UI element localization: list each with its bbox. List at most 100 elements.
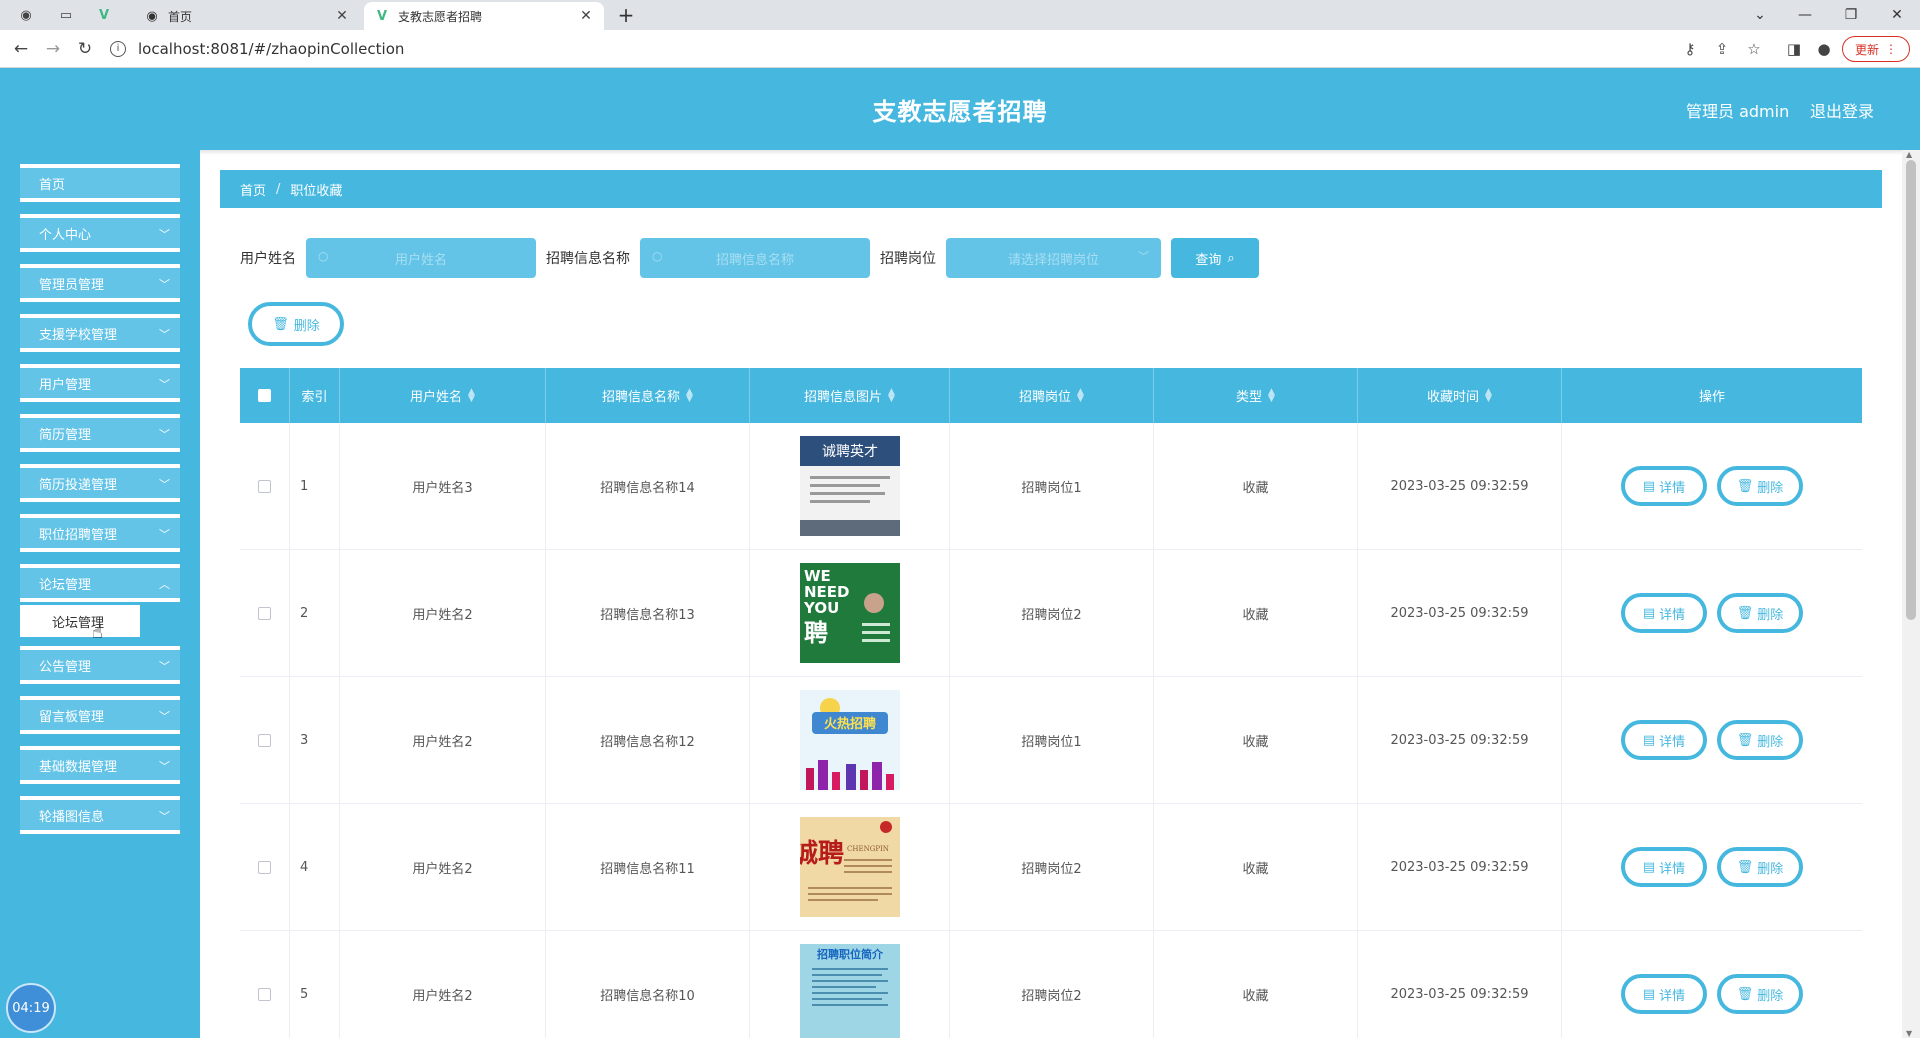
sort-icon[interactable]: ▲ ▼ <box>686 387 693 403</box>
sort-icon[interactable]: ▲ ▼ <box>1077 387 1084 403</box>
sidebar-item-message[interactable]: 留言板管理 ﹀ <box>20 696 180 734</box>
scroll-down-icon[interactable]: ▼ <box>1906 1029 1912 1038</box>
sidebar-item-label: 职位招聘管理 <box>39 527 118 543</box>
row-checkbox[interactable] <box>258 606 271 620</box>
chevron-down-icon: ﹀ <box>159 660 170 673</box>
scrollbar-thumb[interactable] <box>1906 160 1916 620</box>
user-name-input[interactable]: ○ 用户姓名 <box>306 238 536 278</box>
sidebar-item-basedata[interactable]: 基础数据管理 ﹀ <box>20 746 180 784</box>
row-user-name: 用户姓名3 <box>340 423 546 549</box>
position-select[interactable]: 请选择招聘岗位 ﹀ <box>946 238 1161 278</box>
select-all-checkbox[interactable] <box>258 389 271 402</box>
logout-link[interactable]: 退出登录 <box>1810 98 1874 122</box>
breadcrumb-home[interactable]: 首页 <box>240 180 266 199</box>
sort-icon[interactable]: ▲ ▼ <box>1268 387 1275 403</box>
reload-button[interactable]: ↻ <box>74 38 96 60</box>
trash-icon: 🗑 <box>1736 732 1754 748</box>
delete-button[interactable]: 🗑 删除 <box>1717 974 1803 1014</box>
header-position[interactable]: 招聘岗位 ▲ ▼ <box>950 368 1154 423</box>
detail-button[interactable]: ▤ 详情 <box>1621 720 1707 760</box>
chevron-down-icon: ﹀ <box>159 278 170 291</box>
trash-icon: 🗑 <box>1736 605 1754 621</box>
trash-icon: 🗑 <box>1736 986 1754 1002</box>
sidebar-item-admin[interactable]: 管理员管理 ﹀ <box>20 264 180 302</box>
delete-button[interactable]: 🗑 删除 <box>1717 593 1803 633</box>
chevron-down-icon: ﹀ <box>159 810 170 823</box>
header-type[interactable]: 类型 ▲ ▼ <box>1154 368 1358 423</box>
close-icon[interactable]: ✕ <box>578 8 594 24</box>
sort-icon[interactable]: ▲ ▼ <box>888 387 895 403</box>
row-checkbox[interactable] <box>258 987 271 1001</box>
row-user-name: 用户姓名2 <box>340 550 546 676</box>
delete-button[interactable]: 🗑 删除 <box>1717 720 1803 760</box>
back-button[interactable]: ← <box>10 38 32 60</box>
delete-button[interactable]: 🗑 删除 <box>1717 466 1803 506</box>
header-index: 索引 <box>290 368 340 423</box>
submenu-item-forum[interactable]: 论坛管理 <box>20 605 140 637</box>
chevron-down-icon: ﹀ <box>159 528 170 541</box>
chevron-down-icon: ﹀ <box>159 328 170 341</box>
sidebar-item-forum[interactable]: 论坛管理 ︿ <box>20 564 180 602</box>
sort-icon[interactable]: ▲ ▼ <box>1485 387 1492 403</box>
sidebar-item-carousel[interactable]: 轮播图信息 ﹀ <box>20 796 180 834</box>
sidebar-item-label: 论坛管理 <box>39 577 92 593</box>
row-checkbox[interactable] <box>258 860 271 874</box>
recruit-poster-image[interactable]: 诚聘 CHENGPIN <box>799 817 900 917</box>
vue-icon[interactable]: V <box>96 7 112 23</box>
sidebar: 首页 个人中心 ﹀ 管理员管理 ﹀ 支援学校管理 ﹀ 用户管理 ﹀ 简历管理 ﹀ 简历投递… <box>0 150 200 1038</box>
key-icon[interactable]: ⚷ <box>1680 39 1700 59</box>
page-scrollbar[interactable]: ▲ ▼ <box>1902 150 1920 1038</box>
sidebar-item-home[interactable]: 首页 <box>20 164 180 202</box>
header-label: 招聘信息图片 <box>804 390 883 405</box>
restore-button[interactable]: ❐ <box>1836 4 1866 26</box>
batch-delete-button[interactable]: 🗑 删除 <box>248 302 344 346</box>
detail-button[interactable]: ▤ 详情 <box>1621 847 1707 887</box>
close-window-button[interactable]: ✕ <box>1882 4 1912 26</box>
star-icon[interactable]: ☆ <box>1744 39 1764 59</box>
recruit-poster-image[interactable]: 火热招聘 <box>799 690 900 790</box>
row-checkbox[interactable] <box>258 479 271 493</box>
update-button[interactable]: 更新 ⋮ <box>1842 36 1910 62</box>
blank-tab-icon[interactable]: ▭ <box>58 7 74 23</box>
sidebar-item-users[interactable]: 用户管理 ﹀ <box>20 364 180 402</box>
delete-button[interactable]: 🗑 删除 <box>1717 847 1803 887</box>
sidebar-item-school[interactable]: 支援学校管理 ﹀ <box>20 314 180 352</box>
row-checkbox[interactable] <box>258 733 271 747</box>
sidepanel-icon[interactable]: ◨ <box>1784 39 1804 59</box>
profile-icon[interactable]: ● <box>1814 39 1834 59</box>
browser-tab-active[interactable]: V 支教志愿者招聘 ✕ <box>364 2 604 30</box>
recruit-poster-image[interactable]: 诚聘英才 <box>799 436 900 536</box>
header-zp-image[interactable]: 招聘信息图片 ▲ ▼ <box>750 368 950 423</box>
sidebar-item-notice[interactable]: 公告管理 ﹀ <box>20 646 180 684</box>
share-icon[interactable]: ⇪ <box>1712 39 1732 59</box>
url-field[interactable]: i localhost:8081/#/zhaopinCollection <box>110 35 1670 63</box>
recruit-poster-image[interactable]: WE NEED YOU 聘 <box>799 563 900 663</box>
minimize-button[interactable]: — <box>1790 4 1820 26</box>
header-time[interactable]: 收藏时间 ▲ ▼ <box>1358 368 1562 423</box>
browser-tab-home[interactable]: ◉ 首页 ✕ <box>134 2 360 30</box>
new-tab-button[interactable]: + <box>614 4 638 28</box>
github-icon[interactable]: ◉ <box>18 7 34 23</box>
detail-button[interactable]: ▤ 详情 <box>1621 466 1707 506</box>
header-user-name[interactable]: 用户姓名 ▲ ▼ <box>340 368 546 423</box>
chevron-down-icon: ﹀ <box>159 228 170 241</box>
detail-button[interactable]: ▤ 详情 <box>1621 974 1707 1014</box>
forward-button[interactable]: → <box>42 38 64 60</box>
chevron-down-icon: ﹀ <box>159 428 170 441</box>
zp-name-input[interactable]: ○ 招聘信息名称 <box>640 238 870 278</box>
sidebar-item-resume[interactable]: 简历管理 ﹀ <box>20 414 180 452</box>
info-icon[interactable]: i <box>110 41 126 57</box>
header-zp-name[interactable]: 招聘信息名称 ▲ ▼ <box>546 368 750 423</box>
query-button[interactable]: 查询 ⌕ <box>1171 238 1259 278</box>
close-icon[interactable]: ✕ <box>334 8 350 24</box>
detail-button[interactable]: ▤ 详情 <box>1621 593 1707 633</box>
sort-icon[interactable]: ▲ ▼ <box>468 387 475 403</box>
sidebar-item-personal[interactable]: 个人中心 ﹀ <box>20 214 180 252</box>
url-text: localhost:8081/#/zhaopinCollection <box>138 40 405 58</box>
tab-list-icon[interactable]: ⌄ <box>1745 4 1775 26</box>
recruit-poster-image[interactable]: 招聘职位简介 <box>799 944 900 1038</box>
sidebar-item-resume-delivery[interactable]: 简历投递管理 ﹀ <box>20 464 180 502</box>
sidebar-item-jobs[interactable]: 职位招聘管理 ﹀ <box>20 514 180 552</box>
row-zp-image: 诚聘 CHENGPIN <box>750 804 950 930</box>
scroll-up-icon[interactable]: ▲ <box>1906 150 1912 159</box>
